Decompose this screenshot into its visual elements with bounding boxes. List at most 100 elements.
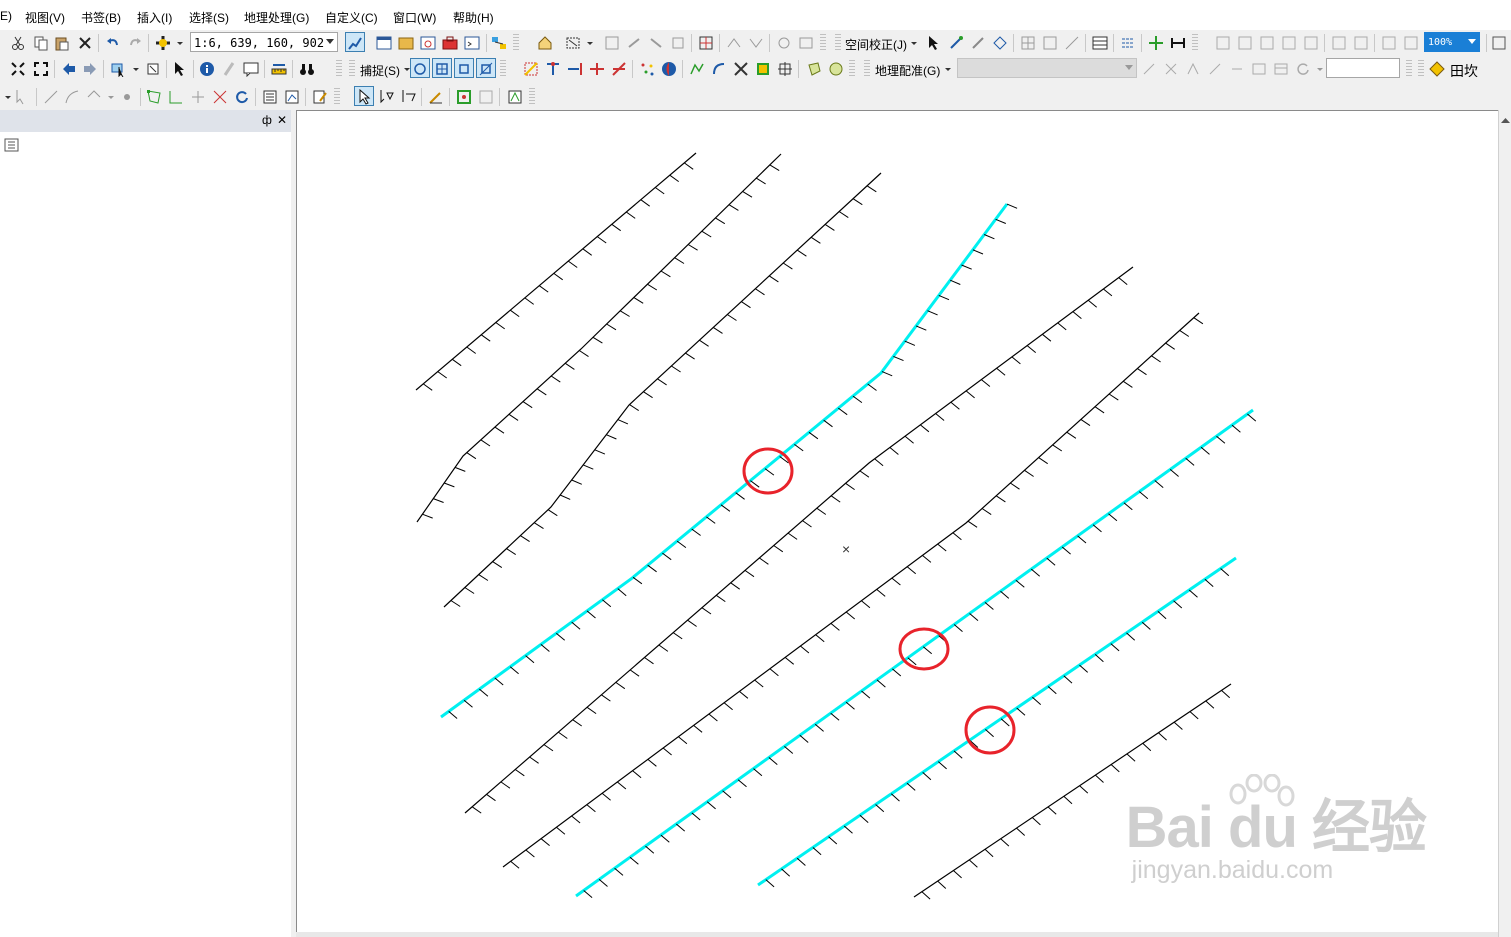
vertex-snap-icon[interactable]	[456, 61, 472, 77]
add-control-point-icon[interactable]	[1148, 35, 1164, 51]
cut-icon[interactable]	[10, 35, 26, 51]
split-icon[interactable]	[545, 61, 561, 77]
menu-help[interactable]: 帮助(H)	[453, 9, 494, 26]
topology-icon[interactable]	[523, 61, 539, 77]
view-link-icon[interactable]	[1120, 35, 1136, 51]
point-snap-icon[interactable]	[412, 61, 428, 77]
model-builder-icon[interactable]	[491, 35, 507, 51]
toolbar-grip[interactable]	[1406, 60, 1412, 78]
rotate-tool-icon[interactable]	[234, 89, 250, 105]
hyperlink-icon[interactable]	[221, 61, 237, 77]
annotation-edit-icon[interactable]	[378, 89, 394, 105]
map-scale-combo[interactable]: 1:6, 639, 160, 902	[190, 32, 338, 52]
reshape-feature-icon[interactable]	[168, 89, 184, 105]
layer-name[interactable]: 田坎	[1450, 61, 1478, 81]
edit-tool-icon[interactable]	[356, 89, 372, 105]
identify-icon[interactable]	[199, 61, 215, 77]
split-tool-icon[interactable]	[212, 89, 228, 105]
tools-icon[interactable]	[733, 61, 749, 77]
chevron-down-icon[interactable]	[1468, 39, 1476, 44]
layout-zoom-combo[interactable]: 100%	[1424, 32, 1480, 52]
toolbar-grip[interactable]	[500, 60, 506, 78]
edge-snap-icon[interactable]	[698, 35, 714, 51]
pin-icon[interactable]: ф	[262, 113, 272, 127]
copy-icon[interactable]	[33, 35, 49, 51]
menu-customize[interactable]: 自定义(C)	[325, 9, 378, 26]
toolbar-grip[interactable]	[849, 60, 855, 78]
ridge-line[interactable]	[415, 152, 697, 391]
polygon-icon[interactable]	[806, 61, 822, 77]
toolbar-grip[interactable]	[513, 34, 519, 52]
error-inspector-icon[interactable]	[507, 89, 523, 105]
polygon-icon[interactable]	[828, 61, 844, 77]
cross-frame-icon[interactable]	[777, 61, 793, 77]
toolbar-grip[interactable]	[1192, 34, 1198, 52]
frame-icon[interactable]	[755, 61, 771, 77]
catalog-icon[interactable]	[398, 35, 414, 51]
chevron-down-icon[interactable]	[172, 35, 183, 51]
select-features-icon[interactable]	[111, 61, 127, 77]
modify-link-icon[interactable]	[970, 35, 986, 51]
toolbar-grip[interactable]	[529, 88, 535, 106]
zoom-out-fixed-icon[interactable]	[33, 61, 49, 77]
globe-icon[interactable]	[661, 61, 677, 77]
chevron-down-icon[interactable]	[1312, 61, 1323, 77]
toolbar-grip[interactable]	[349, 60, 355, 78]
trim-icon[interactable]	[589, 61, 605, 77]
chevron-down-icon[interactable]	[326, 39, 334, 44]
menu-view[interactable]: 视图(V)	[25, 9, 65, 26]
zoom-in-fixed-icon[interactable]	[10, 61, 26, 77]
select-elements-icon[interactable]	[172, 61, 188, 77]
chevron-down-icon[interactable]	[1125, 65, 1133, 70]
ridge-line[interactable]	[416, 153, 782, 523]
create-features-icon[interactable]	[312, 89, 328, 105]
measure-tool-icon[interactable]	[271, 61, 287, 77]
ridge-line[interactable]	[443, 172, 882, 608]
add-data-icon[interactable]	[155, 35, 171, 51]
chevron-down-icon[interactable]	[906, 35, 917, 51]
topology-edit-icon[interactable]	[456, 89, 472, 105]
spatial-adjustment-menu[interactable]: 空间校正(J)	[845, 36, 907, 53]
find-binoculars-icon[interactable]	[299, 61, 315, 77]
georef-layer-combo[interactable]	[957, 58, 1137, 78]
paste-icon[interactable]	[54, 35, 70, 51]
chevron-down-icon[interactable]	[0, 89, 11, 105]
end-snap-icon[interactable]	[434, 61, 450, 77]
toolbar-grip[interactable]	[835, 34, 841, 52]
toolbar-grip[interactable]	[1418, 60, 1424, 78]
rotation-input[interactable]	[1326, 58, 1400, 78]
extend-icon[interactable]	[567, 61, 583, 77]
home-extent-icon[interactable]	[537, 35, 553, 51]
search-window-icon[interactable]	[420, 35, 436, 51]
select-arrow-icon[interactable]	[926, 35, 942, 51]
snapping-menu[interactable]: 捕捉(S)	[360, 62, 400, 79]
toolbar-grip[interactable]	[820, 34, 826, 52]
measure-icon[interactable]	[1170, 35, 1186, 51]
map-horizontal-scrollbar[interactable]	[296, 932, 1498, 937]
arctoolbox-icon[interactable]	[442, 35, 458, 51]
sketch-tool-icon[interactable]	[428, 89, 444, 105]
undo-icon[interactable]	[105, 35, 121, 51]
menu-bookmarks[interactable]: 书签(B)	[81, 9, 121, 26]
link-table-icon[interactable]	[1092, 35, 1108, 51]
close-icon[interactable]: ✕	[277, 113, 287, 127]
menu-geoprocessing[interactable]: 地理处理(G)	[244, 9, 309, 26]
chevron-down-icon[interactable]	[582, 35, 593, 51]
attributes-icon[interactable]	[262, 89, 278, 105]
edit-vertices-icon[interactable]	[146, 89, 162, 105]
line-intersect-icon[interactable]	[611, 61, 627, 77]
list-by-drawing-order-icon[interactable]	[4, 138, 20, 152]
ridge-line[interactable]	[464, 266, 1134, 814]
table-window-icon[interactable]	[376, 35, 392, 51]
reshape-icon[interactable]	[711, 61, 727, 77]
toolbar-grip[interactable]	[864, 60, 870, 78]
menu-insert[interactable]: 插入(I)	[137, 9, 172, 26]
georef-tool-icon[interactable]	[565, 35, 581, 51]
clear-selection-icon[interactable]	[145, 61, 161, 77]
multi-link-icon[interactable]	[992, 35, 1008, 51]
menu-edit[interactable]: E)	[0, 9, 12, 23]
python-window-icon[interactable]	[464, 35, 480, 51]
scroll-up-icon[interactable]	[1499, 115, 1511, 127]
generalize-icon[interactable]	[689, 61, 705, 77]
ridge-line[interactable]	[913, 683, 1232, 898]
